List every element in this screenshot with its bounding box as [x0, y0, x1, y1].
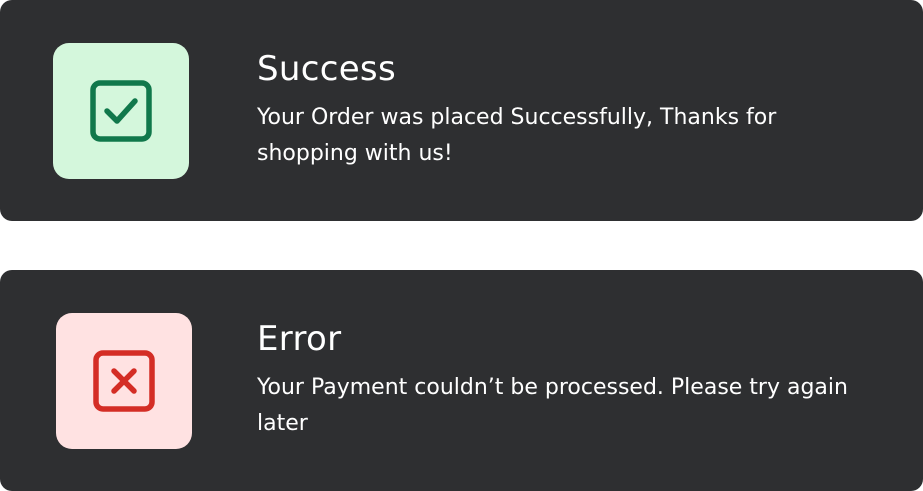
- x-square-icon: [93, 350, 155, 412]
- success-toast: Success Your Order was placed Successful…: [0, 0, 923, 221]
- error-title: Error: [257, 319, 342, 359]
- error-toast: Error Your Payment couldn’t be processed…: [0, 270, 923, 491]
- error-icon-container: [56, 313, 192, 449]
- error-text-block: Error Your Payment couldn’t be processed…: [257, 318, 877, 442]
- success-message: Your Order was placed Successfully, Than…: [257, 105, 777, 166]
- error-message: Your Payment couldn’t be processed. Plea…: [257, 375, 848, 436]
- check-square-icon: [90, 80, 152, 142]
- success-icon-container: [53, 43, 189, 179]
- success-text-block: Success Your Order was placed Successful…: [257, 48, 877, 172]
- success-title: Success: [257, 49, 396, 89]
